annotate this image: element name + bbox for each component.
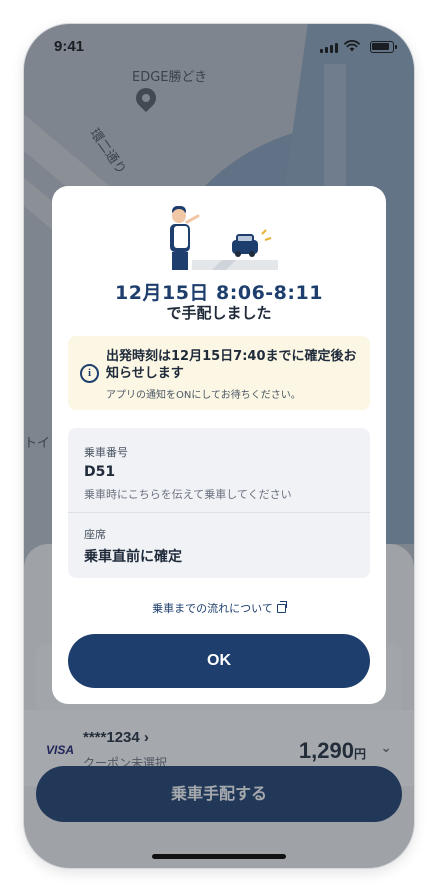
boarding-flow-link-text: 乗車までの流れについて: [152, 602, 273, 615]
boarding-number-label: 乗車番号: [84, 446, 128, 459]
phone-frame: EDGE勝どき 環二通り トイ 9:41 VISA ****1234 › クーポ…: [24, 24, 414, 868]
arranged-subtitle: で手配しました: [166, 304, 272, 322]
departure-notice: i 出発時刻は12月15日7:40までに確定後お知らせします アプリの通知をON…: [68, 336, 370, 410]
seat-value: 乗車直前に確定: [84, 549, 182, 565]
boarding-flow-link[interactable]: 乗車までの流れについて: [52, 600, 386, 616]
notice-subtitle: アプリの通知をONにしてお待ちください。: [106, 390, 301, 401]
ok-button[interactable]: OK: [68, 634, 370, 688]
external-link-icon: [276, 601, 287, 613]
pickup-time-headline: 12月15日 8:06-8:11: [115, 282, 323, 304]
boarding-number-note: 乗車時にこちらを伝えて乗車してください: [84, 488, 292, 501]
seat-label: 座席: [84, 528, 106, 541]
notice-title: 出発時刻は12月15日7:40までに確定後お知らせします: [106, 349, 357, 381]
booking-confirmation-dialog: 12月15日 8:06-8:11 で手配しました i 出発時刻は12月15日7:…: [52, 186, 386, 704]
divider: [68, 512, 370, 513]
home-indicator[interactable]: [152, 854, 286, 859]
person-waiting-car-illustration: [170, 206, 278, 270]
boarding-number-value: D51: [84, 464, 116, 480]
info-icon: i: [80, 364, 99, 383]
boarding-info-card: 乗車番号 D51 乗車時にこちらを伝えて乗車してください 座席 乗車直前に確定: [68, 428, 370, 578]
